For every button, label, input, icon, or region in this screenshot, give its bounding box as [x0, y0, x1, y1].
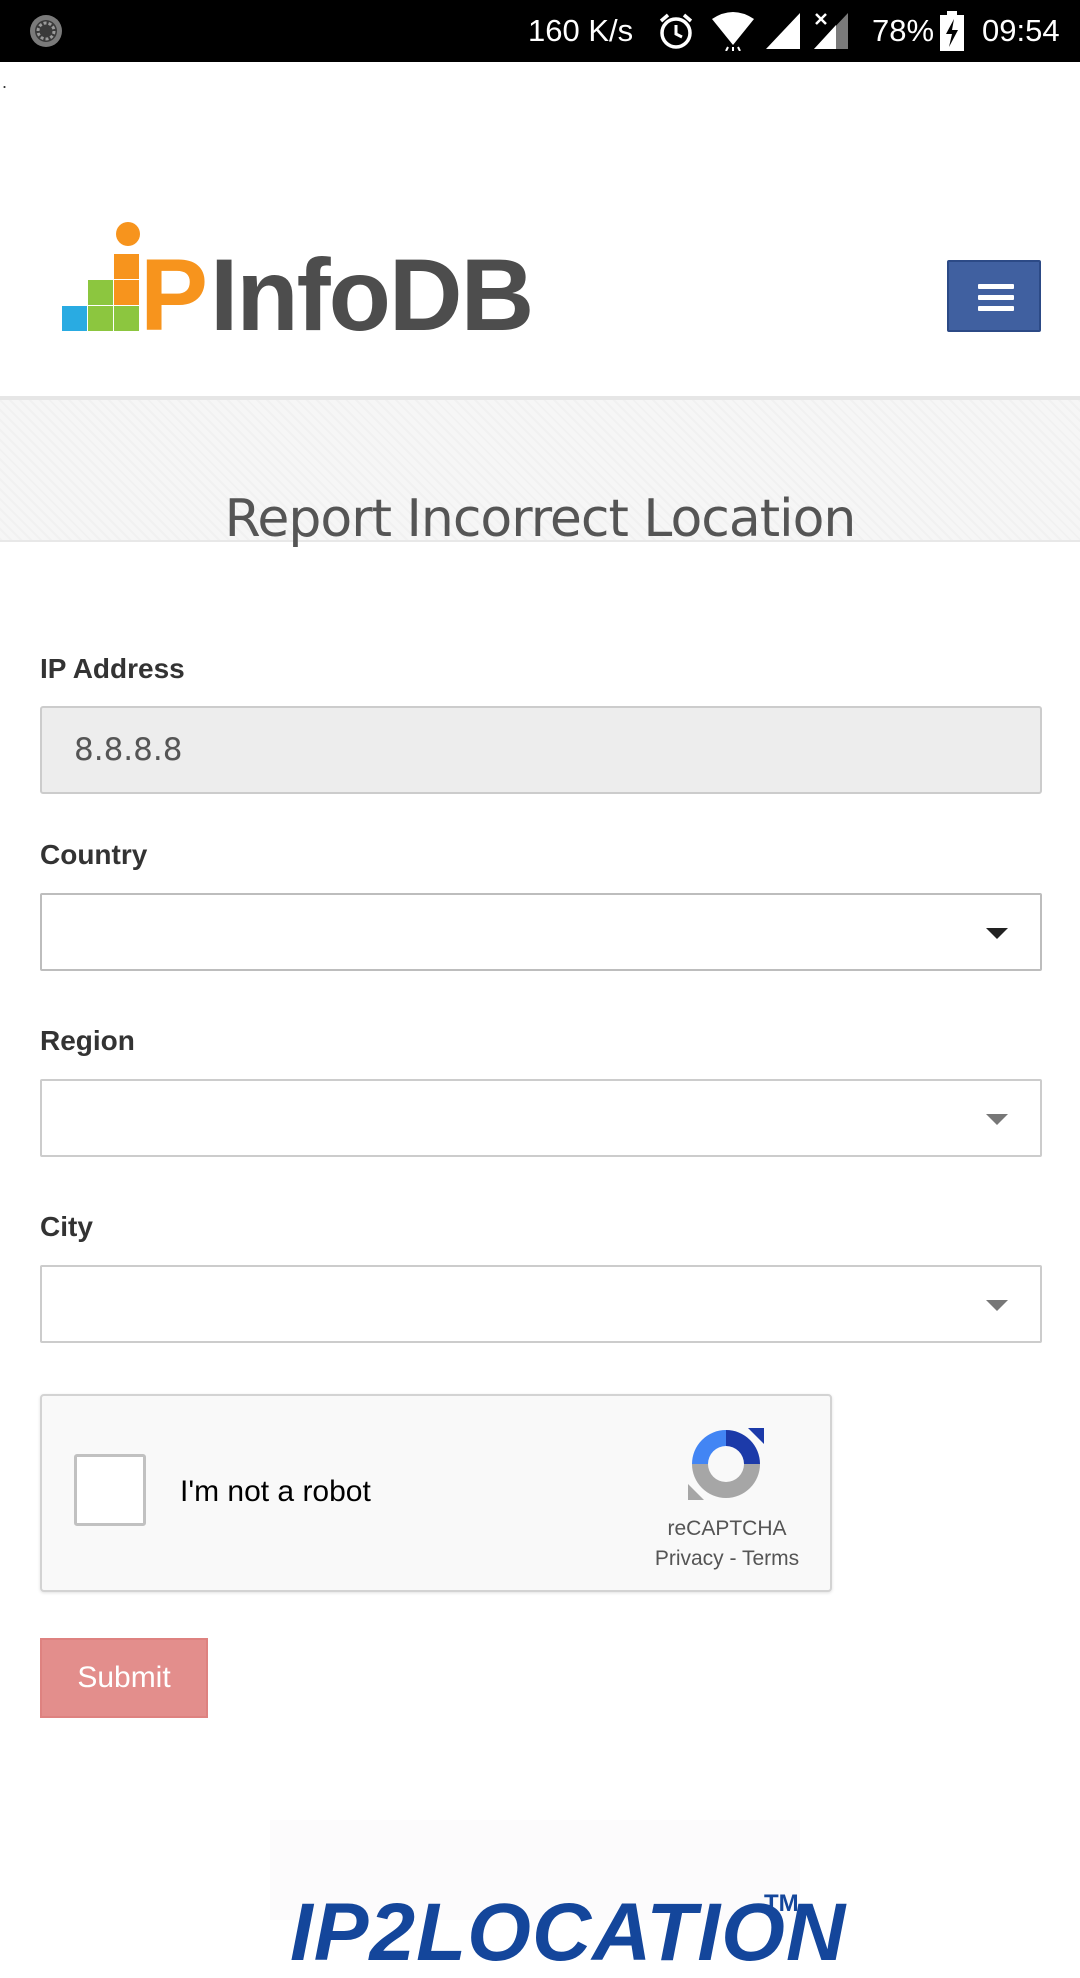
region-label: Region [40, 1025, 135, 1056]
chevron-down-icon [986, 1300, 1008, 1311]
recaptcha-checkbox[interactable] [74, 1454, 146, 1526]
recaptcha-terms-link[interactable]: Terms [742, 1547, 799, 1570]
recaptcha-widget: I'm not a robot reCAPTCHA Privacy - Term… [40, 1394, 832, 1592]
ipinfodb-logo[interactable]: P InfoDB [62, 222, 562, 334]
ip-address-input[interactable] [40, 706, 1042, 794]
recaptcha-links: Privacy - Terms [622, 1546, 832, 1572]
wifi-icon [712, 12, 754, 51]
status-bar: 160 K/s 78% 09:54 [0, 0, 1080, 62]
submit-button[interactable]: Submit [40, 1638, 208, 1718]
signal-no-data-icon [814, 13, 848, 49]
battery-percent: 78% [872, 13, 935, 48]
signal-icon [766, 13, 800, 49]
country-select[interactable] [40, 893, 1042, 971]
title-band: Report Incorrect Location [0, 400, 1080, 549]
city-select[interactable] [40, 1265, 1042, 1343]
stray-dot-text: . [2, 72, 8, 92]
region-select[interactable] [40, 1079, 1042, 1157]
ip2location-logo[interactable]: IP2LOCATION [290, 1888, 846, 1978]
chevron-down-icon [986, 928, 1008, 939]
network-speed: 160 K/s [528, 13, 634, 48]
svg-text:P: P [140, 238, 208, 334]
loading-circle-icon [30, 15, 62, 47]
recaptcha-brand: reCAPTCHA [667, 1517, 787, 1540]
chevron-down-icon [986, 1114, 1008, 1125]
clock: 09:54 [982, 13, 1060, 48]
alarm-icon [659, 13, 693, 49]
recaptcha-link-separator: - [723, 1547, 742, 1570]
recaptcha-label: I'm not a robot [180, 1475, 371, 1508]
trademark-mark: TM [764, 1890, 799, 1917]
ip-address-label: IP Address [40, 653, 185, 684]
recaptcha-logo-icon [688, 1428, 764, 1500]
city-label: City [40, 1211, 93, 1242]
menu-button[interactable] [947, 260, 1041, 332]
page-title: Report Incorrect Location [224, 488, 857, 549]
svg-text:InfoDB: InfoDB [210, 238, 532, 334]
battery-charging-icon [940, 11, 964, 51]
recaptcha-privacy-link[interactable]: Privacy [655, 1547, 724, 1570]
country-label: Country [40, 839, 148, 870]
